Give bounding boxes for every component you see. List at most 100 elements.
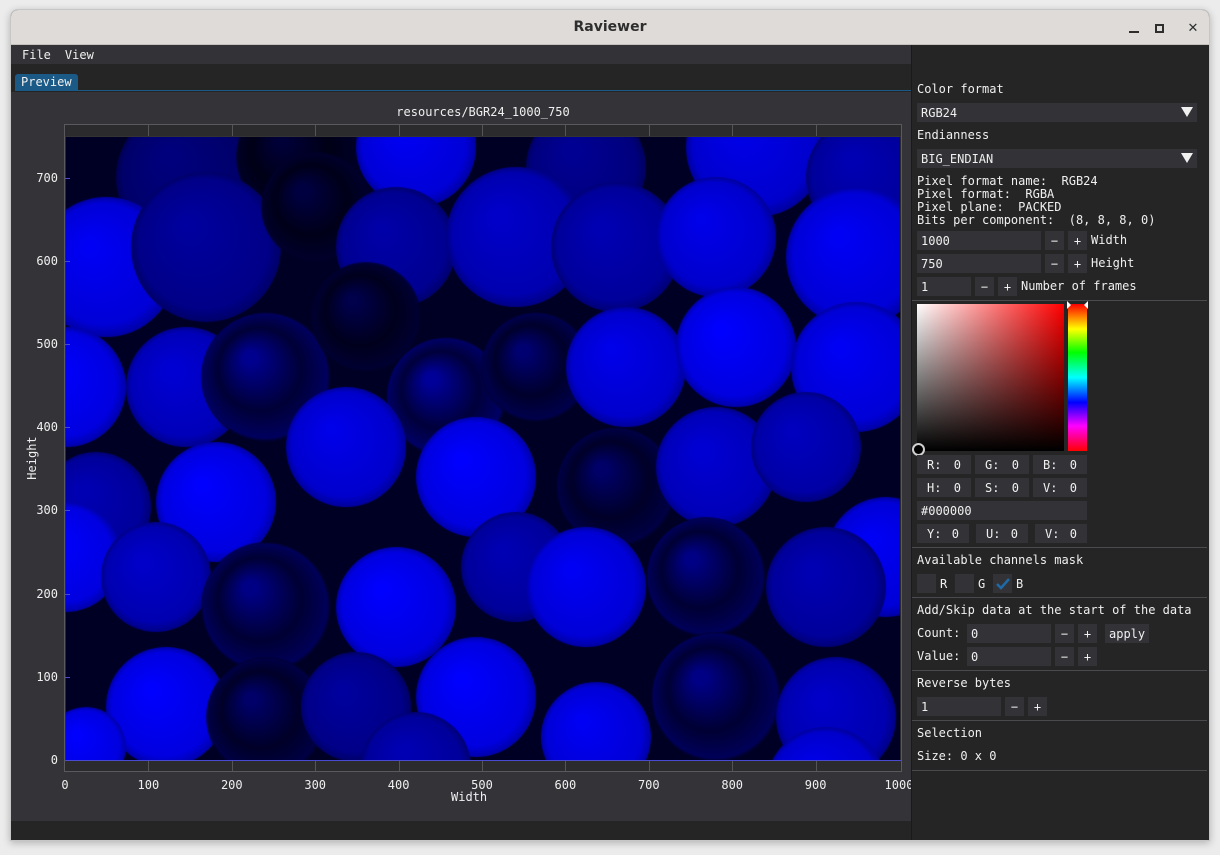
divider [912,670,1207,671]
tab-bar: Preview [11,64,911,91]
x-grid-tick [315,125,317,136]
x-grid-tick [815,125,817,136]
y-label: Y: [927,526,942,541]
x-tick-label: 400 [387,778,410,792]
x-tick-label: 100 [137,778,160,792]
y-tick-mark [65,260,70,262]
reverse-bytes-decrement-button[interactable]: − [1005,697,1024,716]
height-increment-button[interactable]: + [1068,254,1087,273]
frames-label: Number of frames [1021,279,1137,293]
yuv-v-label: V: [1045,526,1060,541]
channel-g-label: G [978,577,986,591]
frames-increment-button[interactable]: + [998,277,1017,296]
x-grid-tick [398,761,400,771]
x-tick-label: 500 [471,778,493,792]
bits-per-component: Bits per component: (8, 8, 8, 0) [917,213,1156,227]
r-field[interactable]: R: 0 [917,455,971,474]
hue-slider[interactable] [1068,304,1087,451]
tab-preview[interactable]: Preview [15,74,78,91]
u-field[interactable]: U: 0 [976,524,1028,543]
divider [912,300,1207,301]
x-tick-label: 0 [61,778,69,792]
y-value: 0 [951,526,959,541]
y-tick-mark [65,510,70,512]
divider [912,720,1207,721]
settings-sidebar: Color format RGB24 Endianness BIG_ENDIAN… [911,45,1209,840]
frames-input[interactable]: 1 [917,277,971,296]
reverse-bytes-input[interactable]: 1 [917,697,1001,716]
x-grid-tick [732,125,734,136]
reverse-bytes-increment-button[interactable]: + [1028,697,1047,716]
color-format-select[interactable]: RGB24 [917,103,1197,122]
v-label: V: [1043,480,1058,495]
g-field[interactable]: G: 0 [975,455,1029,474]
yuv-v-field[interactable]: V: 0 [1035,524,1087,543]
v-field[interactable]: V: 0 [1033,478,1087,497]
y-tick-label: 100 [36,669,58,684]
s-field[interactable]: S: 0 [975,478,1029,497]
app-window: Raviewer ✕ File View Preview resources/B… [10,9,1210,841]
g-value: 0 [1011,457,1019,472]
color-format-value: RGB24 [921,105,958,120]
y-axis-title: Height [25,436,39,480]
menu-file[interactable]: File [22,48,51,62]
endianness-label: Endianness [917,128,990,142]
value-increment-button[interactable]: + [1078,647,1097,666]
h-field[interactable]: H: 0 [917,478,971,497]
divider [912,547,1207,548]
y-tick-mark [65,593,70,595]
menu-view[interactable]: View [65,48,94,62]
x-tick-label: 600 [554,778,577,792]
selection-label: Selection [917,726,983,740]
value-decrement-button[interactable]: − [1055,647,1074,666]
hex-input[interactable]: #000000 [917,501,1087,520]
plot-area[interactable] [64,124,902,772]
saturation-value-picker[interactable] [917,304,1064,451]
count-decrement-button[interactable]: − [1055,624,1074,643]
r-value: 0 [953,457,961,472]
y-tick-label: 400 [36,420,58,435]
y-tick-label: 300 [36,503,58,518]
plot-top-bar [65,125,901,137]
hue-marker-right-icon[interactable] [1084,301,1088,309]
x-grid-tick [482,125,483,136]
maximize-icon [1154,23,1164,33]
preview-panel: resources/BGR24_1000_750 Width Height 0 1… [11,92,913,821]
minimize-button[interactable] [1124,18,1144,38]
frames-decrement-button[interactable]: − [975,277,994,296]
width-decrement-button[interactable]: − [1045,231,1064,250]
color-format-label: Color format [917,82,1004,96]
divider [912,770,1207,771]
selection-size: Size: 0 x 0 [917,749,997,763]
b-label: B: [1043,457,1058,472]
x-grid-tick [315,761,317,771]
y-tick-label: 0 [50,753,58,767]
width-input[interactable]: 1000 [917,231,1041,250]
height-decrement-button[interactable]: − [1045,254,1064,273]
channel-g-checkbox[interactable] [955,574,974,593]
g-label: G: [985,457,1000,472]
close-button[interactable]: ✕ [1183,18,1203,38]
count-increment-button[interactable]: + [1078,624,1097,643]
width-increment-button[interactable]: + [1068,231,1087,250]
preview-image[interactable] [66,137,900,761]
apply-button[interactable]: apply [1105,624,1150,643]
count-label: Count: [917,626,961,640]
channel-b-checkbox[interactable] [993,574,1012,593]
x-tick-label: 300 [304,778,327,792]
b-field[interactable]: B: 0 [1033,455,1087,474]
reverse-bytes-label: Reverse bytes [917,676,1011,690]
count-input[interactable]: 0 [967,624,1051,643]
x-grid-tick [148,761,150,771]
value-input[interactable]: 0 [967,647,1051,666]
hue-marker-left-icon[interactable] [1067,301,1071,309]
image-canvas[interactable] [66,137,900,761]
add-skip-label: Add/Skip data at the start of the data [917,603,1192,617]
maximize-button[interactable] [1149,18,1169,38]
x-grid-tick [231,125,233,136]
endianness-select[interactable]: BIG_ENDIAN [917,149,1197,168]
channel-r-checkbox[interactable] [917,574,936,593]
y-field[interactable]: Y: 0 [917,524,969,543]
height-input[interactable]: 750 [917,254,1041,273]
channels-mask-label: Available channels mask [917,553,1084,567]
